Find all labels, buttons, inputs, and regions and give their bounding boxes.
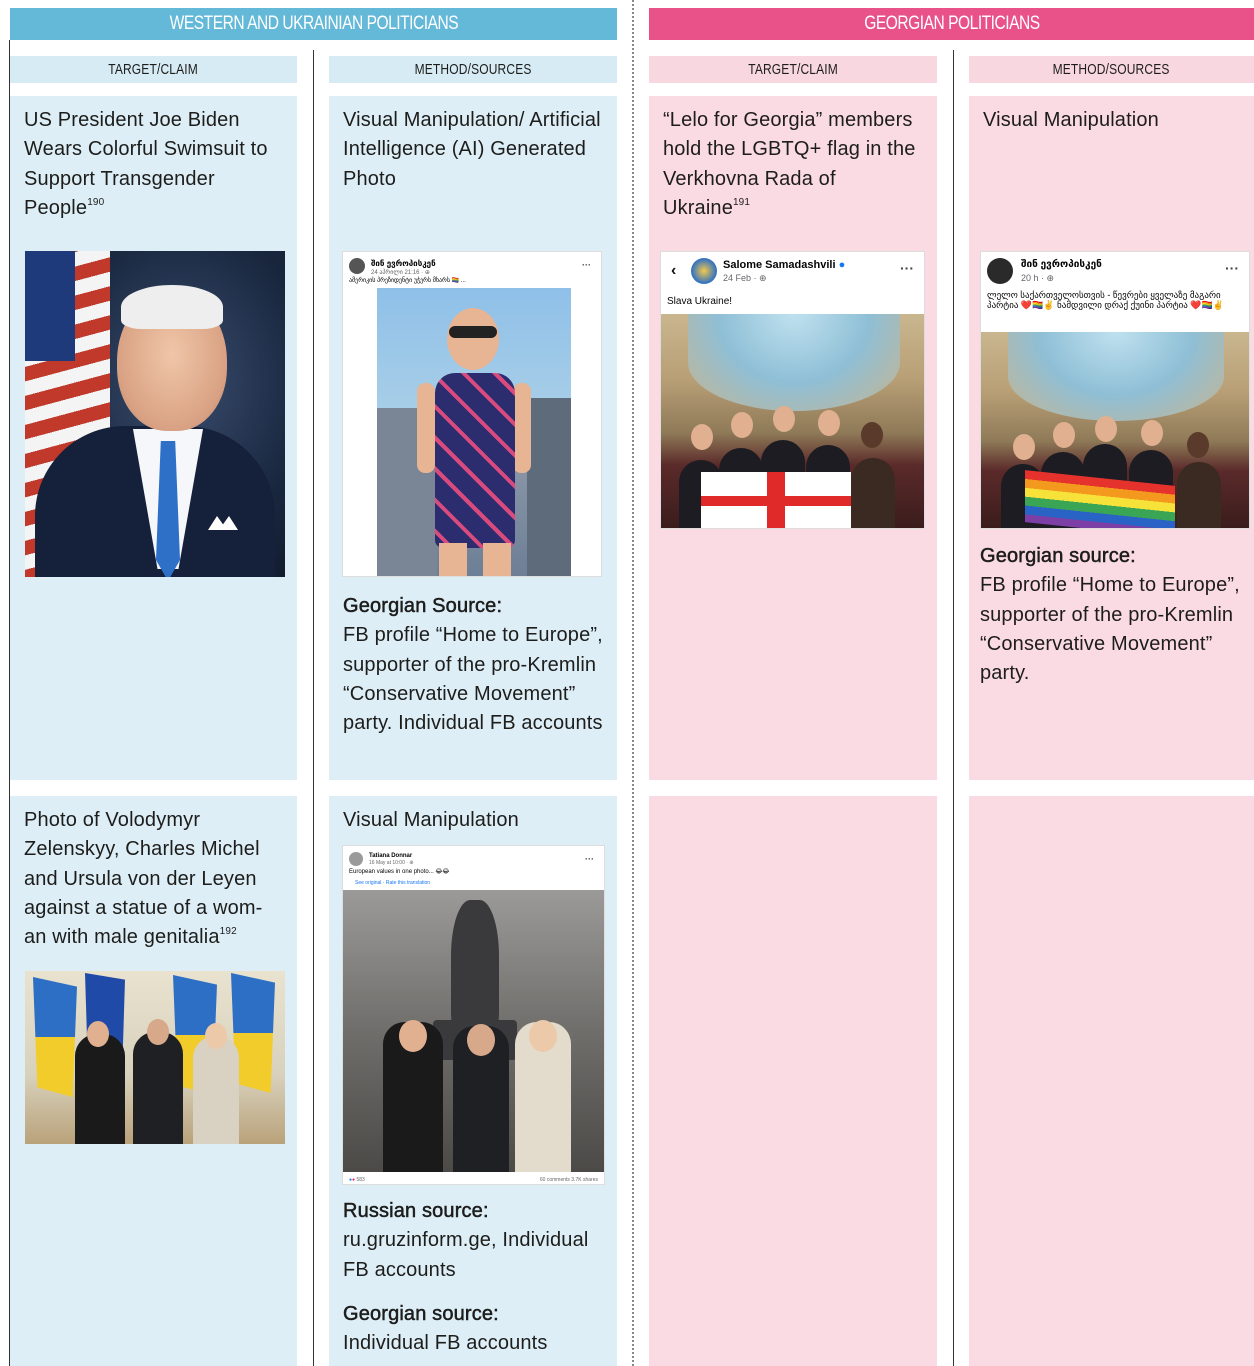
swimsuit-fb-post-screenshot: შინ ევროპისკენ 24 აპრილი 21:16 · ⊕ ··· ა… — [342, 251, 602, 577]
zelenskyy-michel-von-der-leyen-photo — [25, 971, 285, 1144]
more-options-icon[interactable]: ··· — [585, 854, 594, 864]
more-options-icon[interactable]: ··· — [900, 260, 914, 276]
more-options-icon: ··· — [582, 260, 591, 270]
post-author: შინ ევროპისკენ — [371, 259, 436, 268]
back-icon[interactable]: ‹ — [671, 262, 676, 280]
row1-west-source-text: FB profile “Home to Europe”, supporter o… — [343, 624, 603, 735]
post-text: ამერიკის პრეზიდენტი უჭერს მხარს 🏳️‍🌈 ... — [349, 278, 466, 284]
header-target-claim-west: TARGET/CLAIM — [10, 56, 297, 83]
salome-fb-post-screenshot: ‹ Salome Samadashvili ● 24 Feb · ⊕ ··· S… — [660, 251, 925, 529]
row1-west-method-text: Visual Manipulation/ Artificial Intellig… — [343, 109, 601, 190]
russian-source-text: ru.gruzinform.ge, Individual FB accounts — [343, 1229, 589, 1281]
biden-portrait-photo — [25, 251, 285, 577]
avatar — [691, 258, 717, 284]
statue-fb-post-screenshot: Tatiana Donnar 16 May at 10:00 · ⊕ ··· E… — [342, 845, 605, 1185]
row2-georgian-method-cell-empty — [969, 796, 1254, 1366]
column-divider-georgian — [953, 50, 954, 1366]
row1-georgian-method-text: Visual Manipulation — [983, 109, 1159, 131]
post-text: European values in one photo... 😂😂 — [349, 869, 450, 875]
row2-west-method-text: Visual Manipulation — [343, 809, 519, 831]
row1-georgian-source-text: FB profile “Home to Europe”, supporter o… — [980, 574, 1240, 685]
georgian-flag — [701, 472, 851, 528]
post-text: ლელო საქართველოსთვის - წევრები ყველაზე მ… — [987, 290, 1224, 310]
row2-georgian-claim-cell-empty — [649, 796, 937, 1366]
russian-source-label: Russian source: — [343, 1200, 489, 1223]
parliament-photo-rainbow-flag — [981, 332, 1249, 528]
reaction-count: ●● 583 — [349, 1177, 365, 1183]
header-target-claim-georgian: TARGET/CLAIM — [649, 56, 937, 83]
header-method-sources-west: METHOD/SOURCES — [329, 56, 617, 83]
banner-georgian: GEORGIAN POLITICIANS — [649, 8, 1254, 40]
row1-west-claim-text: US President Joe Biden Wears Colorful Sw… — [24, 109, 268, 219]
header-method-sources-georgian: METHOD/SOURCES — [969, 56, 1254, 83]
parliament-photo-georgian-flag — [661, 314, 924, 528]
verified-icon: ● — [838, 259, 846, 271]
post-meta: 20 h · ⊕ — [1021, 273, 1055, 283]
post-stats: 60 comments 3.7K shares — [539, 1177, 598, 1183]
row1-west-source-label: Georgian Source: — [343, 595, 503, 618]
georgian-source-label: Georgian source: — [343, 1303, 499, 1326]
post-text: Slava Ukraine! — [667, 296, 733, 307]
avatar — [349, 258, 365, 274]
avatar — [349, 852, 363, 866]
row1-georgian-source-label: Georgian source: — [980, 545, 1136, 568]
post-author: Salome Samadashvili ● — [723, 259, 846, 271]
home-to-europe-fb-post-screenshot: შინ ევროპისკენ 20 h · ⊕ ··· ლელო საქართვ… — [980, 251, 1250, 529]
more-options-icon[interactable]: ··· — [1225, 260, 1239, 276]
post-meta: 24 აპრილი 21:16 · ⊕ — [371, 270, 430, 276]
post-author: შინ ევროპისკენ — [1021, 259, 1102, 270]
column-divider-west — [313, 50, 314, 1366]
post-meta: 16 May at 10:00 · ⊕ — [369, 860, 414, 866]
row1-georgian-claim-text: “Lelo for Georgia” members hold the LGBT… — [663, 109, 916, 219]
post-meta: 24 Feb · ⊕ — [723, 273, 767, 283]
swimsuit-image — [377, 288, 571, 576]
banner-western-ukrainian: WESTERN AND UKRAINIAN POLITICIANS — [10, 8, 617, 40]
see-original-link[interactable]: See original · Rate this translation — [355, 877, 430, 889]
avatar — [987, 258, 1013, 284]
post-author: Tatiana Donnar — [369, 853, 413, 859]
row2-west-claim-text: Photo of Volodymyr Zelenskyy, Charles Mi… — [24, 809, 263, 949]
georgian-source-text: Individual FB accounts — [343, 1332, 548, 1355]
statue-photo — [343, 890, 604, 1172]
section-divider-dotted — [632, 0, 634, 1366]
